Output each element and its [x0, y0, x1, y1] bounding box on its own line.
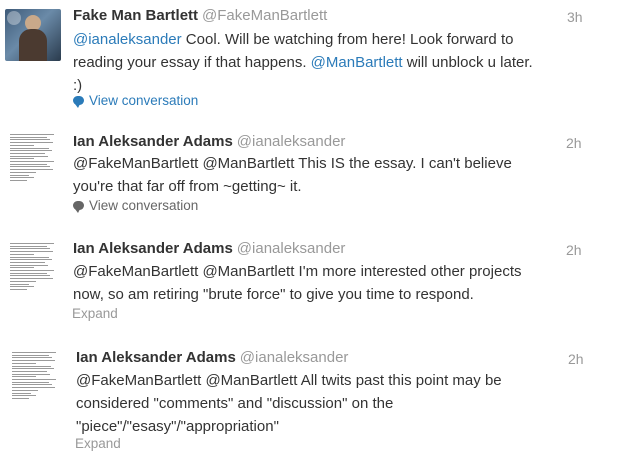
tweet-header: Ian Aleksander Adams @ianaleksander [76, 349, 348, 366]
author-name[interactable]: Ian Aleksander Adams [73, 240, 233, 257]
document-line-mark [10, 161, 54, 162]
document-line-mark [12, 370, 47, 372]
document-line-mark [10, 272, 47, 274]
author-handle[interactable]: @ianaleksander [237, 133, 346, 150]
avatar[interactable] [6, 131, 62, 183]
document-line-mark [12, 384, 52, 386]
document-line-mark [12, 395, 36, 397]
tweet-text-line: @FakeManBartlett @ManBartlett I'm more i… [73, 263, 522, 280]
author-name[interactable]: Ian Aleksander Adams [76, 349, 236, 366]
document-line-mark [12, 362, 36, 364]
document-line-mark [10, 134, 54, 135]
document-line-mark [10, 267, 34, 269]
tweet-timestamp[interactable]: 2h [566, 135, 582, 151]
document-line-mark [10, 152, 45, 154]
document-line-mark [12, 379, 56, 380]
tweet-text-line: @FakeManBartlett @ManBartlett All twits … [76, 372, 502, 389]
document-line-mark [10, 136, 47, 138]
document-line-mark [12, 397, 29, 399]
document-line-mark [10, 169, 53, 171]
expand-link[interactable]: Expand [75, 436, 121, 451]
document-line-mark [10, 144, 34, 146]
document-line-mark [12, 354, 49, 356]
tweet-text-line: @FakeManBartlett @ManBartlett This IS th… [73, 155, 512, 172]
view-conversation-link[interactable]: View conversation [73, 93, 198, 108]
document-line-mark [12, 365, 51, 367]
document-line-mark [10, 270, 54, 271]
document-line-mark [10, 278, 53, 280]
speech-bubble-icon [73, 96, 84, 108]
document-line-mark [10, 158, 34, 160]
avatar[interactable] [6, 240, 62, 292]
document-line-mark [12, 360, 55, 362]
document-line-mark [12, 352, 56, 353]
document-line-mark [10, 179, 27, 181]
document-line-mark [10, 150, 52, 152]
document-line-mark [10, 283, 29, 285]
document-line-mark [10, 139, 50, 141]
document-line-mark [12, 376, 36, 378]
document-line-mark [12, 373, 50, 375]
document-line-mark [10, 147, 49, 149]
author-name[interactable]: Fake Man Bartlett [73, 7, 198, 24]
document-line-mark [10, 177, 34, 179]
tweet-text-line: you're that far off from ~getting~ it. [73, 178, 302, 195]
avatar[interactable] [5, 9, 61, 61]
author-name[interactable]: Ian Aleksander Adams [73, 133, 233, 150]
tweet-timestamp[interactable]: 2h [568, 351, 584, 367]
tweet-text: @ianaleksander Cool. Will be watching fr… [73, 28, 593, 97]
document-line-mark [10, 259, 52, 261]
tweet-text: @FakeManBartlett @ManBartlett All twits … [76, 369, 596, 438]
document-line-mark [10, 251, 53, 253]
document-line-mark [10, 171, 36, 173]
document-line-mark [10, 174, 29, 176]
document-line-mark [10, 155, 48, 157]
document-line-mark [10, 253, 34, 255]
tweet-feed: Fake Man Bartlett @FakeManBartlett 3h @ia… [0, 0, 640, 463]
document-line-mark [12, 357, 52, 359]
tweet-header: Fake Man Bartlett @FakeManBartlett [73, 7, 327, 24]
document-line-mark [10, 166, 50, 168]
tweet-header: Ian Aleksander Adams @ianaleksander [73, 240, 345, 257]
document-line-mark [10, 163, 47, 165]
expand-link[interactable]: Expand [72, 306, 118, 321]
tweet-timestamp[interactable]: 3h [567, 9, 583, 25]
tweet-text: @FakeManBartlett @ManBartlett This IS th… [73, 152, 593, 198]
tweet-timestamp[interactable]: 2h [566, 242, 582, 258]
document-line-mark [10, 248, 50, 250]
tweet-text-line: "piece"/"esasy"/"appropriation" [76, 418, 279, 435]
document-line-mark [12, 387, 55, 389]
tweet-text-line: considered "comments" and "discussion" o… [76, 395, 394, 412]
document-line-mark [10, 286, 34, 288]
tweet-text-line: @ianaleksander Cool. Will be watching fr… [73, 31, 514, 48]
tweet-text-line: now, so am retiring "brute force" to giv… [73, 286, 474, 303]
avatar[interactable] [8, 349, 64, 401]
document-line-mark [10, 243, 54, 244]
document-line-mark [10, 256, 49, 258]
document-line-mark [10, 280, 36, 282]
author-handle[interactable]: @ianaleksander [237, 240, 346, 257]
document-line-mark [12, 392, 31, 394]
document-line-mark [10, 142, 53, 144]
mention-link[interactable]: @ianaleksander [73, 31, 182, 48]
view-conversation-link[interactable]: View conversation [73, 198, 198, 213]
author-handle[interactable]: @ianaleksander [240, 349, 349, 366]
document-line-mark [10, 261, 45, 263]
mention-link[interactable]: @ManBartlett [311, 54, 403, 71]
tweet-header: Ian Aleksander Adams @ianaleksander [73, 133, 345, 150]
document-line-mark [12, 368, 54, 370]
document-line-mark [10, 275, 50, 277]
tweet-text: @FakeManBartlett @ManBartlett I'm more i… [73, 260, 593, 306]
document-line-mark [12, 389, 38, 391]
document-line-mark [10, 245, 47, 247]
document-line-mark [12, 381, 49, 383]
tweet-text-line: reading your essay if that happens. @Man… [73, 54, 533, 71]
document-line-mark [10, 288, 27, 290]
author-handle[interactable]: @FakeManBartlett [202, 7, 327, 24]
document-line-mark [10, 264, 48, 266]
speech-bubble-icon [73, 201, 84, 213]
